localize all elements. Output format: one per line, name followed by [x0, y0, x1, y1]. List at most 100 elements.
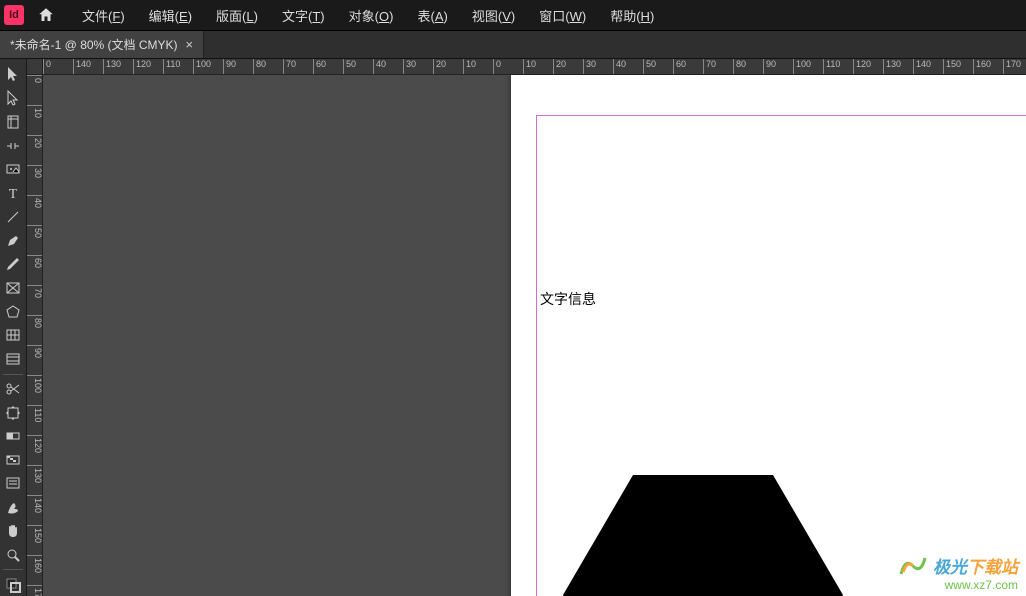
ruler-tick: 0: [27, 75, 43, 83]
ruler-tick: 140: [27, 495, 43, 513]
ruler-tick: 20: [27, 135, 43, 148]
ruler-tick: 100: [793, 59, 811, 75]
menu-file[interactable]: 文件(F): [72, 2, 135, 29]
ruler-tick: 130: [883, 59, 901, 75]
gradient-feather-tool-icon[interactable]: [1, 449, 26, 472]
ruler-tick: 40: [613, 59, 626, 75]
ruler-tick: 30: [27, 165, 43, 178]
gap-tool-icon[interactable]: [1, 134, 26, 157]
ruler-tick: 20: [553, 59, 566, 75]
menu-table[interactable]: 表(A): [407, 2, 457, 29]
ruler-tick: 30: [403, 59, 416, 75]
ruler-tick: 110: [163, 59, 180, 75]
grid-tool2-icon[interactable]: [1, 348, 26, 371]
ruler-tick: 170: [1003, 59, 1021, 75]
close-icon[interactable]: ×: [186, 37, 194, 52]
toolbar-separator: [3, 374, 23, 375]
menu-edit[interactable]: 编辑(E): [139, 2, 202, 29]
viewport[interactable]: 文字信息: [43, 75, 1026, 596]
grid-tool-icon[interactable]: [1, 324, 26, 347]
home-icon[interactable]: [34, 3, 58, 27]
page-text[interactable]: 文字信息: [540, 289, 596, 309]
rectangle-frame-tool-icon[interactable]: [1, 277, 26, 300]
document-tab[interactable]: *未命名-1 @ 80% (文档 CMYK) ×: [0, 31, 204, 58]
ruler-tick: 50: [343, 59, 356, 75]
ruler-tick: 160: [973, 59, 991, 75]
zoom-tool-icon[interactable]: [1, 544, 26, 567]
ruler-tick: 10: [463, 59, 476, 75]
hexagon-shape[interactable]: [563, 475, 843, 596]
ruler-tick: 150: [943, 59, 961, 75]
menu-type[interactable]: 文字(T): [272, 2, 335, 29]
main-area: T 01401301201101009080706050403020100102…: [0, 59, 1026, 596]
ruler-tick: 80: [27, 315, 43, 328]
type-tool-icon[interactable]: T: [1, 182, 26, 205]
ruler-tick: 70: [283, 59, 296, 75]
app-icon: Id: [4, 5, 24, 25]
pen-tool-icon[interactable]: [1, 229, 26, 252]
ruler-tick: 120: [853, 59, 871, 75]
color-theme-tool-icon[interactable]: [1, 496, 26, 519]
menu-layout[interactable]: 版面(L): [206, 2, 268, 29]
ruler-tick: 110: [27, 405, 43, 422]
ruler-tick: 160: [27, 555, 43, 573]
menu-view[interactable]: 视图(V): [462, 2, 525, 29]
ruler-tick: 100: [193, 59, 211, 75]
free-transform-tool-icon[interactable]: [1, 401, 26, 424]
ruler-tick: 170: [27, 585, 43, 596]
ruler-tick: 60: [27, 255, 43, 268]
horizontal-ruler[interactable]: 0140130120110100908070605040302010010203…: [43, 59, 1026, 75]
ruler-tick: 140: [73, 59, 91, 75]
svg-text:T: T: [9, 187, 18, 201]
ruler-tick: 70: [703, 59, 716, 75]
ruler-tick: 40: [373, 59, 386, 75]
ruler-tick: 0: [493, 59, 501, 75]
gradient-swatch-tool-icon[interactable]: [1, 425, 26, 448]
ruler-tick: 10: [27, 105, 43, 118]
ruler-tick: 20: [433, 59, 446, 75]
page-tool-icon[interactable]: [1, 110, 26, 133]
ruler-tick: 140: [913, 59, 931, 75]
hand-tool-icon[interactable]: [1, 520, 26, 543]
scissors-tool-icon[interactable]: [1, 378, 26, 401]
content-collector-icon[interactable]: [1, 158, 26, 181]
ruler-tick: 10: [523, 59, 536, 75]
ruler-tick: 90: [763, 59, 776, 75]
ruler-tick: 70: [27, 285, 43, 298]
selection-tool-icon[interactable]: [1, 63, 26, 86]
ruler-tick: 80: [733, 59, 746, 75]
direct-selection-tool-icon[interactable]: [1, 87, 26, 110]
pencil-tool-icon[interactable]: [1, 253, 26, 276]
note-tool-icon[interactable]: [1, 472, 26, 495]
ruler-tick: 150: [27, 525, 43, 543]
ruler-tick: 60: [313, 59, 326, 75]
ruler-tick: 0: [43, 59, 51, 75]
document-tab-title: *未命名-1 @ 80% (文档 CMYK): [10, 36, 178, 53]
vertical-ruler[interactable]: 0 10 20 30 40 50 60 70 80 90 100 110 120 130 140 150 160…: [27, 75, 43, 596]
ruler-tick: 90: [27, 345, 43, 358]
menu-help[interactable]: 帮助(H): [600, 2, 664, 29]
toolbar-separator-2: [3, 569, 23, 570]
line-tool-icon[interactable]: [1, 205, 26, 228]
fill-stroke-icon[interactable]: [1, 573, 26, 596]
ruler-tick: 80: [253, 59, 266, 75]
menubar: Id 文件(F) 编辑(E) 版面(L) 文字(T) 对象(O) 表(A) 视图…: [0, 0, 1026, 30]
ruler-tick: 120: [133, 59, 151, 75]
ruler-tick: 50: [643, 59, 656, 75]
ruler-tick: 90: [223, 59, 236, 75]
ruler-tick: 40: [27, 195, 43, 208]
menu-window[interactable]: 窗口(W): [529, 2, 596, 29]
ruler-tick: 100: [27, 375, 43, 393]
menu-object[interactable]: 对象(O): [339, 2, 404, 29]
polygon-tool-icon[interactable]: [1, 300, 26, 323]
ruler-tick: 120: [27, 435, 43, 453]
ruler-tick: 130: [103, 59, 121, 75]
ruler-tick: 30: [583, 59, 596, 75]
ruler-tick: 50: [27, 225, 43, 238]
ruler-tick: 60: [673, 59, 686, 75]
ruler-tick: 130: [27, 465, 43, 483]
toolbar: T: [0, 59, 27, 596]
tabbar: *未命名-1 @ 80% (文档 CMYK) ×: [0, 31, 1026, 59]
canvas-area: 0140130120110100908070605040302010010203…: [27, 59, 1026, 596]
ruler-corner[interactable]: [27, 59, 43, 75]
